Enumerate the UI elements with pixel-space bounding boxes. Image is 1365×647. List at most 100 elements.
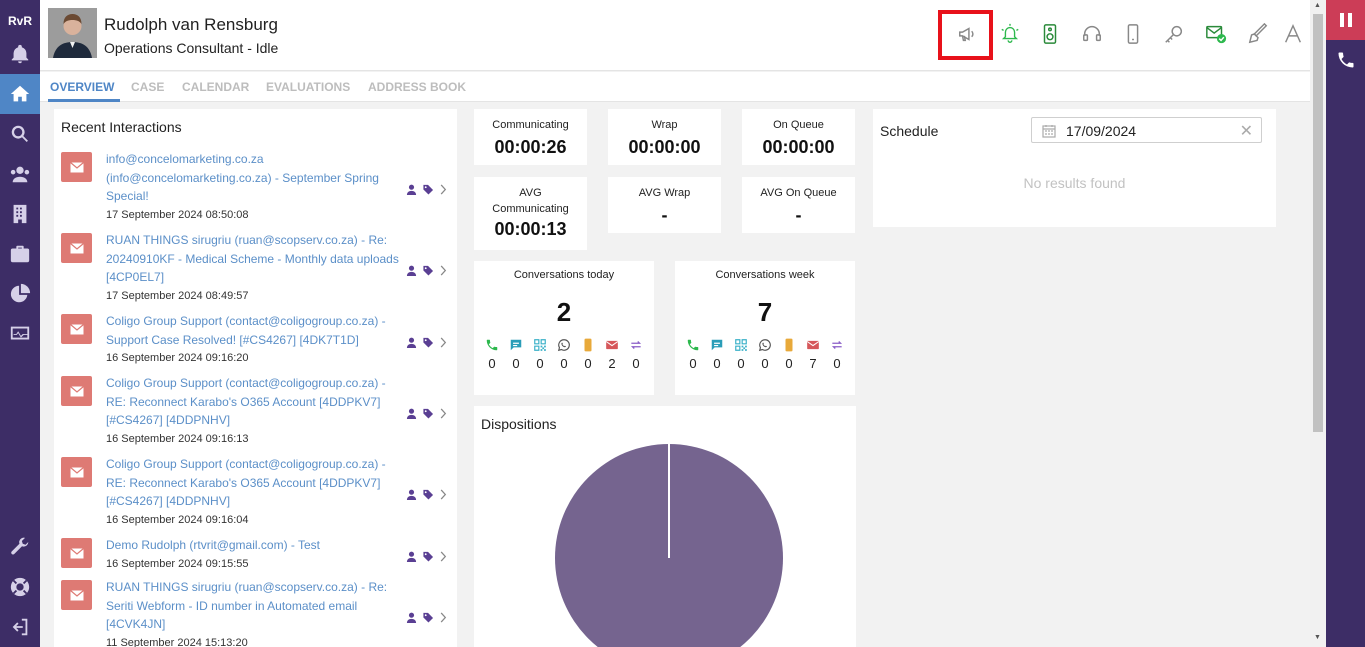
stat-avg-communicating: AVG Communicating 00:00:13	[474, 177, 587, 250]
tab-case[interactable]: CASE	[131, 80, 164, 94]
interaction-subject[interactable]: Coligo Group Support (contact@coligogrou…	[106, 312, 401, 349]
tag-icon[interactable]	[422, 408, 434, 419]
scroll-up-icon[interactable]: ▲	[1314, 2, 1321, 9]
schedule-panel: Schedule 17/09/2024 ✕ No results found	[873, 109, 1276, 227]
stat-on-queue: On Queue 00:00:00	[742, 109, 855, 165]
tag-icon[interactable]	[422, 551, 434, 562]
pause-button[interactable]	[1326, 0, 1365, 40]
interaction-date: 16 September 2024 09:15:55	[106, 557, 249, 570]
user-icon[interactable]	[406, 337, 417, 348]
left-nav: RvR	[0, 0, 40, 647]
user-icon[interactable]	[406, 184, 417, 195]
nav-search[interactable]	[0, 114, 40, 154]
tag-icon[interactable]	[422, 184, 434, 195]
tag-icon[interactable]	[422, 337, 434, 348]
pie-chart-icon	[10, 283, 31, 303]
interaction-subject[interactable]: Coligo Group Support (contact@coligogrou…	[106, 455, 401, 511]
clear-date-icon[interactable]: ✕	[1240, 121, 1253, 141]
scrollbar-thumb[interactable]	[1313, 14, 1323, 432]
main-tabs: OVERVIEW CASE CALENDAR EVALUATIONS ADDRE…	[40, 72, 1310, 102]
interaction-actions	[406, 182, 452, 196]
interaction-subject[interactable]: RUAN THINGS sirugriu (ruan@scopserv.co.z…	[106, 578, 401, 634]
tab-evaluations[interactable]: EVALUATIONS	[266, 80, 350, 94]
user-icon[interactable]	[406, 489, 417, 500]
right-rail	[1326, 0, 1365, 647]
user-name: Rudolph van Rensburg	[104, 15, 278, 34]
interaction-subject[interactable]: RUAN THINGS sirugriu (ruan@scopserv.co.z…	[106, 231, 401, 287]
nav-settings[interactable]	[0, 527, 40, 567]
email-icon	[605, 338, 619, 352]
chevron-right-icon[interactable]	[439, 336, 447, 348]
main-scrollbar[interactable]: ▲ ▼	[1310, 0, 1326, 647]
interaction-actions	[406, 549, 452, 563]
font-icon	[1284, 23, 1302, 43]
conversations-today-label: Conversations today	[513, 269, 615, 281]
scroll-down-icon[interactable]: ▼	[1314, 634, 1321, 641]
schedule-date-value: 17/09/2024	[1066, 123, 1137, 139]
email-status-button[interactable]	[1204, 22, 1228, 46]
channel-count: 0	[713, 356, 721, 371]
stat-label: On Queue	[773, 119, 824, 131]
interaction-date: 17 September 2024 08:49:57	[106, 289, 249, 302]
announcements-highlight	[938, 10, 993, 60]
theme-button[interactable]	[1246, 22, 1270, 46]
nav-reports[interactable]	[0, 274, 40, 314]
email-icon	[61, 376, 92, 406]
stat-value: 00:00:00	[762, 137, 835, 157]
conversations-week-total: 7	[757, 297, 773, 327]
nav-notifications[interactable]	[0, 34, 40, 74]
tag-icon[interactable]	[422, 612, 434, 623]
tab-overview[interactable]: OVERVIEW	[50, 80, 114, 94]
nav-contacts[interactable]	[0, 154, 40, 194]
user-icon[interactable]	[406, 408, 417, 419]
channel-count: 0	[737, 356, 745, 371]
interaction-subject[interactable]: Demo Rudolph (rtvrit@gmail.com) - Test	[106, 536, 401, 555]
user-icon[interactable]	[406, 265, 417, 276]
chevron-right-icon[interactable]	[439, 183, 447, 195]
chevron-right-icon[interactable]	[439, 264, 447, 276]
nav-monitor[interactable]	[0, 314, 40, 354]
email-icon	[806, 338, 820, 352]
chevron-right-icon[interactable]	[439, 550, 447, 562]
nav-home[interactable]	[0, 74, 40, 114]
headset-button[interactable]	[1080, 22, 1104, 46]
sms-icon	[782, 338, 796, 352]
nav-cases[interactable]	[0, 234, 40, 274]
email-icon	[61, 152, 92, 182]
schedule-empty-message: No results found	[1023, 175, 1126, 191]
nav-help[interactable]	[0, 567, 40, 607]
channel-count: 0	[488, 356, 496, 371]
bell-icon	[11, 44, 29, 64]
key-button[interactable]	[1162, 22, 1186, 46]
user-icon[interactable]	[406, 612, 417, 623]
user-icon[interactable]	[406, 551, 417, 562]
chevron-right-icon[interactable]	[439, 488, 447, 500]
conversations-today-card: Conversations today 2 0 0 0 0 0 2 0	[474, 261, 654, 395]
chevron-right-icon[interactable]	[439, 407, 447, 419]
building-icon	[13, 204, 27, 224]
interaction-subject[interactable]: info@concelomarketing.co.za (info@concel…	[106, 150, 401, 206]
alarm-bell-icon	[1001, 23, 1019, 43]
stat-label: AVG Communicating	[492, 187, 569, 215]
stat-value: -	[661, 205, 668, 225]
calendar-icon	[1042, 125, 1056, 138]
stat-label: Wrap	[651, 119, 678, 131]
key-icon	[1165, 25, 1183, 43]
audio-button[interactable]	[1038, 22, 1062, 46]
schedule-date-picker[interactable]: 17/09/2024 ✕	[1031, 117, 1262, 143]
interaction-subject[interactable]: Coligo Group Support (contact@coligogrou…	[106, 374, 401, 430]
phone-button[interactable]	[1326, 40, 1365, 80]
tag-icon[interactable]	[422, 265, 434, 276]
tag-icon[interactable]	[422, 489, 434, 500]
tab-address-book[interactable]: ADDRESS BOOK	[368, 80, 466, 94]
mobile-button[interactable]	[1121, 22, 1145, 46]
email-icon	[61, 233, 92, 263]
nav-organizations[interactable]	[0, 194, 40, 234]
chevron-right-icon[interactable]	[439, 611, 447, 623]
alerts-button[interactable]	[998, 22, 1022, 46]
nav-logout[interactable]	[0, 607, 40, 647]
font-size-button[interactable]	[1281, 22, 1305, 46]
tab-calendar[interactable]: CALENDAR	[182, 80, 249, 94]
transfer-icon	[830, 338, 844, 352]
email-check-icon	[1206, 25, 1227, 44]
